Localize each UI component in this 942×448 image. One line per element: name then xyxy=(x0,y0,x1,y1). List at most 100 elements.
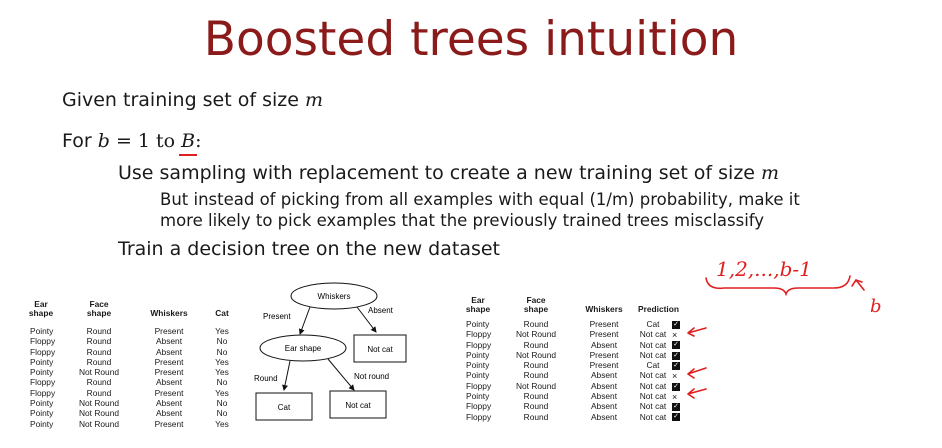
leaf-notcat-label: Not cat xyxy=(345,401,371,410)
table-cell: Pointy xyxy=(30,326,54,336)
for-colon: : xyxy=(195,130,202,152)
slide-title: Boosted trees intuition xyxy=(203,12,739,67)
table-cell: Not Round xyxy=(78,408,120,419)
var-B: B xyxy=(179,130,198,156)
table-cell: Absent xyxy=(155,336,183,347)
edge-round-label: Round xyxy=(254,374,278,383)
x-mark-icon: × xyxy=(672,391,678,402)
var-b: b xyxy=(97,130,110,152)
table-cell: Floppy xyxy=(466,411,492,422)
instead-line-2: more likely to pick examples that the pr… xyxy=(160,211,765,230)
table-cell: Not Round xyxy=(78,418,120,429)
table-cell: Round xyxy=(523,319,549,329)
table-row: Pointy Round Present Yes xyxy=(22,326,244,336)
col-ear-shape: Ear shape xyxy=(465,295,491,314)
prediction-table: Ear shape Face shape Whiskers Prediction P… xyxy=(458,296,696,422)
edge-present-label: Present xyxy=(263,312,291,321)
table-cell: Absent xyxy=(590,380,618,391)
table-cell: Absent xyxy=(590,411,618,422)
table-cell: No xyxy=(216,346,228,357)
table-cell: Floppy xyxy=(30,377,56,388)
check-icon: ✓ xyxy=(672,351,680,360)
table-cell: Floppy xyxy=(466,329,492,340)
table-row: Pointy Round Present Cat ✓ xyxy=(458,360,696,370)
table-cell: No xyxy=(216,336,228,347)
table-cell: No xyxy=(216,377,228,388)
edge-notround-label: Not round xyxy=(354,372,389,381)
table-cell: Absent xyxy=(590,370,618,381)
table-row: Floppy Round Absent Not cat ✓ xyxy=(458,401,696,411)
given-line: Given training set of size m xyxy=(62,89,323,111)
edge-present xyxy=(298,306,311,335)
prediction-text: Not cat xyxy=(639,329,667,340)
table-row: Pointy Not Round Present Yes xyxy=(22,367,244,377)
table-cell: Yes xyxy=(215,367,229,378)
table-cell: No xyxy=(216,398,228,409)
table-cell: Round xyxy=(86,346,112,357)
table-row: Floppy Round Absent No xyxy=(22,336,244,346)
table-cell: Absent xyxy=(590,391,618,402)
table-cell: Absent xyxy=(590,401,618,412)
table-cell: Round xyxy=(86,336,112,347)
table-row: Pointy Round Absent Not cat × xyxy=(458,391,696,401)
table-cell: Round xyxy=(523,360,549,371)
table-row: Floppy Round Absent No xyxy=(22,347,244,357)
table-cell: Pointy xyxy=(30,418,54,429)
table-row: Pointy Not Round Absent No xyxy=(22,398,244,408)
table-cell: Floppy xyxy=(466,401,492,412)
table-cell: Present xyxy=(589,319,619,329)
red-underline xyxy=(179,154,198,156)
table-cell: Not Round xyxy=(515,349,557,360)
check-icon: ✓ xyxy=(672,382,680,391)
table-header: Ear shape Face shape Whiskers Cat xyxy=(22,300,244,318)
for-line: For b = 1 to B: xyxy=(62,130,202,156)
col-face-shape: Face shape xyxy=(523,295,549,314)
col-prediction: Prediction xyxy=(638,304,679,314)
annotation-brace xyxy=(705,275,865,297)
table-cell: Present xyxy=(154,418,184,429)
check-icon: ✓ xyxy=(672,413,680,422)
table-cell: Pointy xyxy=(30,356,54,367)
sampling-line: Use sampling with replacement to create … xyxy=(118,162,779,184)
for-range: = 1 to xyxy=(109,130,182,152)
table-row: Floppy Round Absent Not cat ✓ xyxy=(458,412,696,422)
table-cell: Absent xyxy=(590,339,618,350)
red-arrow-icon xyxy=(687,327,707,337)
misclassified-arrows xyxy=(687,327,707,399)
table-cell: Present xyxy=(154,356,184,367)
table-cell: Present xyxy=(589,329,619,340)
table-cell: Not Round xyxy=(515,380,557,391)
red-arrow-icon xyxy=(687,367,707,379)
table-cell: Present xyxy=(589,360,619,371)
sampling-text: Use sampling with replacement to create … xyxy=(118,162,762,184)
instead-line-1: But instead of picking from all examples… xyxy=(160,190,800,209)
table-cell: Yes xyxy=(215,387,229,398)
table-cell: Round xyxy=(523,370,549,381)
root-label: Whiskers xyxy=(318,292,351,301)
table-row: Floppy Not Round Present Not cat × xyxy=(458,329,696,339)
table-cell: Absent xyxy=(155,377,183,388)
leaf-cat-label: Cat xyxy=(278,403,291,412)
edge-notround xyxy=(327,358,355,391)
table-cell: Pointy xyxy=(466,319,490,329)
table-cell: Not Round xyxy=(515,329,557,340)
table-cell: No xyxy=(216,408,228,419)
table-row: Pointy Not Round Present Yes xyxy=(22,419,244,429)
table-cell: Floppy xyxy=(466,339,492,350)
prediction-text: Not cat xyxy=(639,349,667,360)
x-mark-icon: × xyxy=(672,330,678,341)
table-cell: Absent xyxy=(155,398,183,409)
table-cell: Pointy xyxy=(30,367,54,378)
given-text: Given training set of size xyxy=(62,89,305,111)
prediction-text: Not cat xyxy=(639,380,667,391)
col-whiskers: Whiskers xyxy=(585,304,623,314)
table-cell: Pointy xyxy=(466,349,490,360)
table-cell: Round xyxy=(523,411,549,422)
prediction-text: Not cat xyxy=(639,370,667,381)
col-face-shape: Face shape xyxy=(86,299,112,318)
table-cell: Round xyxy=(86,356,112,367)
check-icon: ✓ xyxy=(672,341,680,350)
table-cell: Yes xyxy=(215,356,229,367)
table-row: Floppy Round Present Yes xyxy=(22,388,244,398)
table-header: Ear shape Face shape Whiskers Prediction xyxy=(458,296,696,314)
